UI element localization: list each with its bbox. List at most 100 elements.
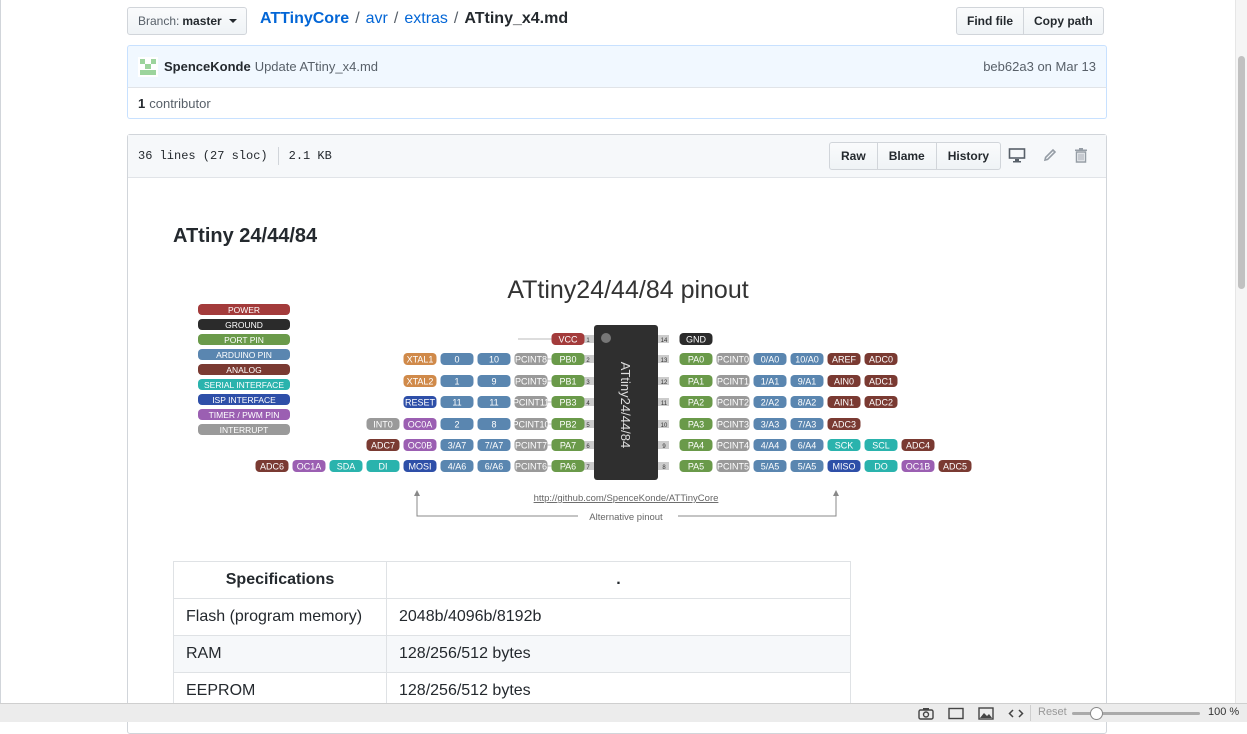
left-pin-label: ADC6 — [260, 462, 284, 472]
left-pin-label: PB3 — [559, 398, 576, 408]
left-pin-label: DI — [379, 462, 388, 472]
chevron-down-icon — [228, 19, 237, 23]
pencil-icon[interactable] — [1042, 147, 1058, 163]
zoom-reset-button[interactable]: Reset — [1038, 706, 1067, 718]
history-button[interactable]: History — [935, 142, 1002, 170]
vertical-scrollbar[interactable] — [1235, 0, 1247, 705]
left-pin-label: INT0 — [373, 420, 393, 430]
left-pin-label: XTAL2 — [407, 377, 434, 387]
pinout-diagram: ATtiny24/44/84 pinout POWER GROUND PORT PIN… — [198, 276, 972, 523]
alt-arrow-right — [833, 490, 839, 496]
legend-label: TIMER / PWM PIN — [209, 410, 280, 420]
right-pin-label: PCINT0 — [717, 355, 749, 365]
right-pin-label: 9/A1 — [798, 377, 817, 387]
left-pin-label: PCINT6 — [515, 462, 547, 472]
breadcrumb-repo-link[interactable]: ATTinyCore — [260, 10, 349, 28]
right-pin-label: PA3 — [688, 420, 704, 430]
avatar[interactable] — [138, 56, 158, 77]
right-pin-label: ADC2 — [869, 398, 893, 408]
commit-sha-link[interactable]: beb62a3 — [983, 59, 1034, 74]
commit-tease: SpenceKonde Update ATtiny_x4.md beb62a3 … — [127, 45, 1107, 88]
alt-pinout-label: Alternative pinout — [589, 512, 663, 523]
image-icon[interactable] — [978, 707, 994, 720]
left-pin-label: OC0B — [408, 441, 433, 451]
right-pin-label: GND — [686, 335, 707, 345]
right-pin-label: PCINT3 — [717, 420, 749, 430]
legend-label: ANALOG — [226, 365, 261, 375]
left-pin-label: 8 — [491, 420, 496, 430]
desktop-icon[interactable] — [1008, 147, 1026, 163]
right-pin-label: 5/A5 — [798, 462, 817, 472]
left-pin-label: PCINT9 — [515, 377, 547, 387]
pin-number: 13 — [661, 358, 668, 364]
camera-icon[interactable] — [918, 707, 934, 720]
left-pin-label: 11 — [489, 398, 498, 408]
file-size: 2.1 KB — [288, 149, 332, 163]
contributors-bar[interactable]: 1 contributor — [127, 87, 1107, 119]
right-pin-label: DO — [874, 462, 888, 472]
legend-label: PORT PIN — [224, 335, 264, 345]
right-pin-label: AIN1 — [834, 398, 854, 408]
branch-selector-button[interactable]: Branch: master — [127, 7, 247, 35]
left-pin-label: 11 — [452, 398, 461, 408]
branch-prefix: Branch: — [138, 14, 180, 28]
left-pin-label: ADC7 — [371, 441, 395, 451]
left-pin-label: 4/A6 — [448, 462, 467, 472]
right-pin-label: 6/A4 — [798, 441, 817, 451]
right-pin-label: ADC0 — [869, 355, 893, 365]
right-pin-label: MISO — [832, 462, 855, 472]
right-pin-label: PCINT1 — [717, 377, 749, 387]
breadcrumb-current-file: ATtiny_x4.md — [464, 10, 569, 27]
right-pin-label: PA0 — [688, 355, 704, 365]
left-pin-label: PCINT10 — [512, 420, 549, 430]
breadcrumb-separator: / — [453, 10, 459, 27]
file-actions: Find file Copy path — [956, 7, 1104, 35]
table-cell: 2048b/4096b/8192b — [386, 598, 851, 636]
left-pin-label: PCINT11 — [513, 398, 549, 408]
right-pin-label: ADC1 — [869, 377, 893, 387]
right-pin-label: 2/A2 — [761, 398, 780, 408]
left-pin-label: 9 — [491, 377, 496, 387]
breadcrumb-separator: / — [393, 10, 399, 27]
right-pin-label: PA5 — [688, 462, 704, 472]
markdown-heading: ATtiny 24/44/84 — [173, 225, 318, 247]
legend-label: INTERRUPT — [220, 425, 269, 435]
left-border — [0, 0, 1, 705]
right-pin-label: ADC5 — [943, 462, 967, 472]
raw-button[interactable]: Raw — [829, 142, 878, 170]
right-pin-label: 3/A3 — [761, 420, 780, 430]
legend-label: POWER — [228, 305, 260, 315]
file-box: 36 lines (27 sloc) 2.1 KB Raw Blame Hist… — [127, 134, 1107, 734]
left-pin-label: 1 — [454, 377, 459, 387]
zoom-slider-handle[interactable] — [1090, 707, 1103, 720]
find-file-button[interactable]: Find file — [956, 7, 1024, 35]
commit-message-link[interactable]: Update ATtiny_x4.md — [255, 59, 378, 74]
scrollbar-thumb[interactable] — [1238, 56, 1245, 289]
right-pin-label: PA4 — [688, 441, 704, 451]
commit-author-link[interactable]: SpenceKonde — [164, 59, 251, 74]
right-pin-label: 10/A0 — [795, 355, 819, 365]
alt-arrow-left — [414, 490, 420, 496]
left-pin-label: PA6 — [560, 462, 576, 472]
window-icon[interactable] — [948, 707, 964, 720]
pinout-url: http://github.com/SpenceKonde/ATTinyCore — [534, 493, 719, 504]
left-pin-label: PCINT7 — [515, 441, 547, 451]
copy-path-button[interactable]: Copy path — [1024, 7, 1104, 35]
breadcrumb-avr-link[interactable]: avr — [366, 10, 388, 28]
specifications-table: Specifications. Flash (program memory) 20… — [173, 561, 851, 710]
legend-label: GROUND — [225, 320, 263, 330]
pin-number: 14 — [661, 338, 668, 344]
breadcrumb-extras-link[interactable]: extras — [404, 10, 448, 28]
code-icon[interactable] — [1008, 707, 1024, 720]
blame-button[interactable]: Blame — [876, 142, 937, 170]
pin-number: 11 — [661, 401, 668, 407]
breadcrumb: ATTinyCore / avr / extras / ATtiny_x4.md — [260, 10, 568, 28]
left-pin-label: PB0 — [559, 355, 576, 365]
left-pin-label: 3/A7 — [448, 441, 467, 451]
legend-label: SERIAL INTERFACE — [204, 380, 284, 390]
trash-icon[interactable] — [1074, 147, 1088, 163]
right-pin-label: 7/A3 — [798, 420, 817, 430]
browser-status-bar: Reset 100 % — [0, 703, 1247, 722]
right-pin-label: PCINT4 — [717, 441, 749, 451]
zoom-level: 100 % — [1208, 706, 1240, 718]
